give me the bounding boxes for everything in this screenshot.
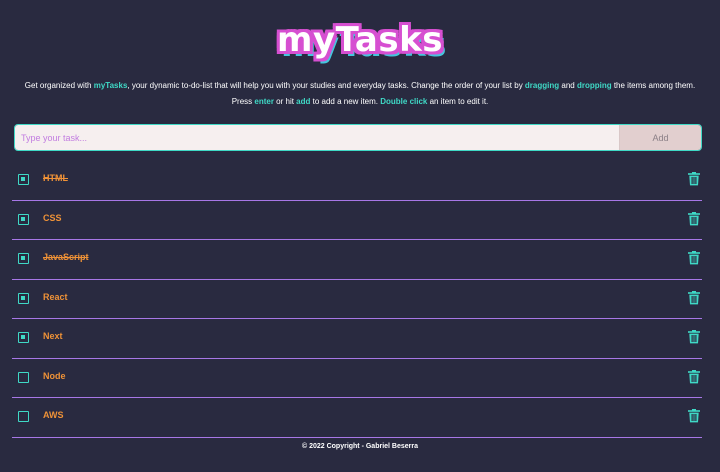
task-item[interactable]: React (12, 280, 702, 319)
intro-text-3: and (559, 81, 577, 90)
task-list: HTML CSS JavaScript React Next Node AWS (12, 161, 702, 438)
task-label: JavaScript (43, 252, 89, 262)
task-label: HTML (43, 173, 68, 183)
checkbox-icon[interactable] (18, 371, 29, 383)
logo-text: myTasks (277, 20, 443, 60)
checkbox-icon[interactable] (18, 411, 29, 422)
task-item[interactable]: JavaScript (12, 240, 702, 280)
intro-dropping: dropping (576, 81, 612, 90)
footer-copyright: © 2022 Copyright - Gabriel Beserra (301, 443, 419, 450)
task-label: React (43, 291, 68, 302)
intro-dragging: dragging (524, 81, 560, 90)
app-logo: myTasks (0, 18, 720, 64)
intro-enter: enter (254, 97, 274, 106)
trash-icon[interactable] (688, 172, 700, 186)
task-item[interactable]: AWS (12, 398, 702, 438)
trash-icon[interactable] (688, 251, 700, 265)
checkbox-icon[interactable] (18, 253, 29, 264)
task-input[interactable] (15, 125, 619, 150)
intro-text-1: Get organized with (24, 81, 94, 90)
intro-brand: myTasks (93, 81, 128, 90)
intro-add: add (296, 97, 311, 106)
task-label: CSS (43, 212, 62, 223)
task-item[interactable]: HTML (12, 161, 702, 201)
trash-icon[interactable] (688, 330, 700, 344)
task-item[interactable]: Node (12, 359, 702, 398)
task-label: Node (43, 370, 66, 381)
checkbox-icon[interactable] (18, 174, 29, 185)
task-label: AWS (43, 410, 64, 420)
add-task-form: Add (14, 124, 702, 151)
trash-icon[interactable] (688, 409, 700, 423)
task-item[interactable]: Next (12, 319, 702, 359)
checkbox-icon[interactable] (18, 213, 29, 225)
trash-icon[interactable] (688, 290, 700, 305)
intro-text-6: to add a new item. (310, 97, 381, 106)
intro-text: Get organized with myTasks, your dynamic… (20, 78, 700, 110)
add-button[interactable]: Add (619, 125, 701, 150)
task-label: Next (43, 331, 63, 341)
intro-double-click: Double click (380, 97, 428, 106)
intro-text-5: or hit (273, 97, 297, 106)
intro-text-7: an item to edit it. (427, 97, 489, 106)
checkbox-icon[interactable] (18, 332, 29, 343)
task-item[interactable]: CSS (12, 201, 702, 240)
trash-icon[interactable] (688, 369, 700, 384)
intro-text-2: , your dynamic to-do-list that will help… (127, 81, 525, 90)
trash-icon[interactable] (688, 211, 700, 226)
checkbox-icon[interactable] (18, 292, 29, 304)
